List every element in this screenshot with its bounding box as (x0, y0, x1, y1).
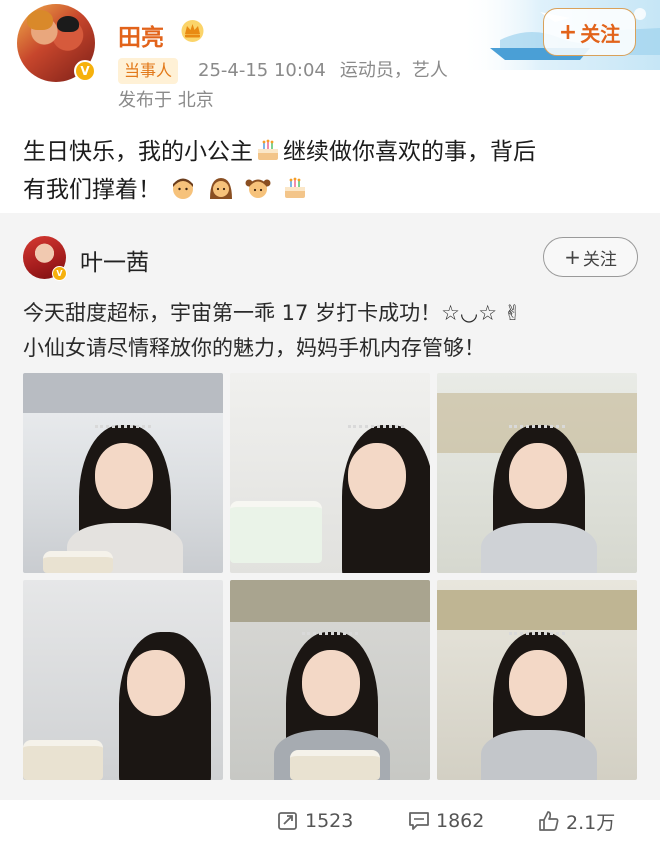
comment-count: 1862 (436, 810, 485, 832)
status-badge: 当事人 (118, 58, 179, 84)
birthday-cake-icon (285, 177, 306, 198)
party-banner (437, 590, 637, 630)
post-text-line1: 生日快乐，我的小公主 (23, 139, 253, 165)
post-time: 25-4-15 10:04 (198, 60, 326, 81)
crown-icon (181, 20, 204, 42)
post-text-line1-tail: 继续做你喜欢的事，背后 (283, 139, 536, 165)
repost-button[interactable]: 1523 (277, 806, 353, 836)
follow-button[interactable]: + 关注 (543, 8, 636, 56)
woman-emoji-icon (209, 178, 232, 199)
like-button[interactable]: 2.1万 (538, 806, 615, 836)
photo-2[interactable] (230, 373, 430, 573)
post-location: 发布于 北京 (118, 90, 214, 111)
photo-4[interactable] (23, 580, 223, 780)
post-header: V 田亮 当事人 25-4-15 10:04 运动员，艺人 发布于 北京 + 关注 (0, 0, 660, 122)
comment-button[interactable]: 1862 (408, 806, 484, 836)
post-text: 生日快乐，我的小公主 继续做你喜欢的事，背后 有我们撑着！ (23, 133, 643, 209)
repost-author-name[interactable]: 叶一茜 (80, 243, 149, 277)
like-icon (539, 811, 559, 831)
photo-5[interactable] (230, 580, 430, 780)
repost-icon (278, 812, 297, 830)
man-emoji-icon (173, 178, 194, 199)
girl-emoji-icon (245, 179, 271, 198)
repost-text-line2: 小仙女请尽情释放你的魅力，妈妈手机内存管够！ (23, 336, 485, 360)
verified-icon: V (52, 266, 67, 281)
post-meta: 25-4-15 10:04 运动员，艺人 (198, 58, 448, 84)
photo-3[interactable] (437, 373, 637, 573)
birthday-cake-icon (258, 139, 278, 160)
follow-label: 关注 (580, 21, 621, 46)
plus-icon: + (564, 245, 581, 269)
repost-follow-button[interactable]: + 关注 (543, 237, 638, 277)
photo-6[interactable] (437, 580, 637, 780)
comment-icon (409, 812, 429, 830)
like-count: 2.1万 (566, 811, 616, 834)
author-role: 运动员，艺人 (339, 60, 448, 81)
repost-count: 1523 (305, 810, 354, 832)
author-name[interactable]: 田亮 (118, 18, 164, 52)
verified-icon: V (74, 60, 96, 82)
party-banner (230, 580, 430, 622)
post-text-line2: 有我们撑着！ (23, 177, 161, 203)
repost-follow-label: 关注 (582, 249, 617, 270)
party-banner (23, 373, 223, 413)
photo-1[interactable] (23, 373, 223, 573)
repost-text: 今天甜度超标，宇宙第一乖 17 岁打卡成功！☆◡☆ ✌ 小仙女请尽情释放你的魅力… (23, 296, 643, 366)
plus-icon: + (558, 19, 578, 45)
repost-text-line1: 今天甜度超标，宇宙第一乖 17 岁打卡成功！☆◡☆ ✌ (23, 301, 522, 325)
